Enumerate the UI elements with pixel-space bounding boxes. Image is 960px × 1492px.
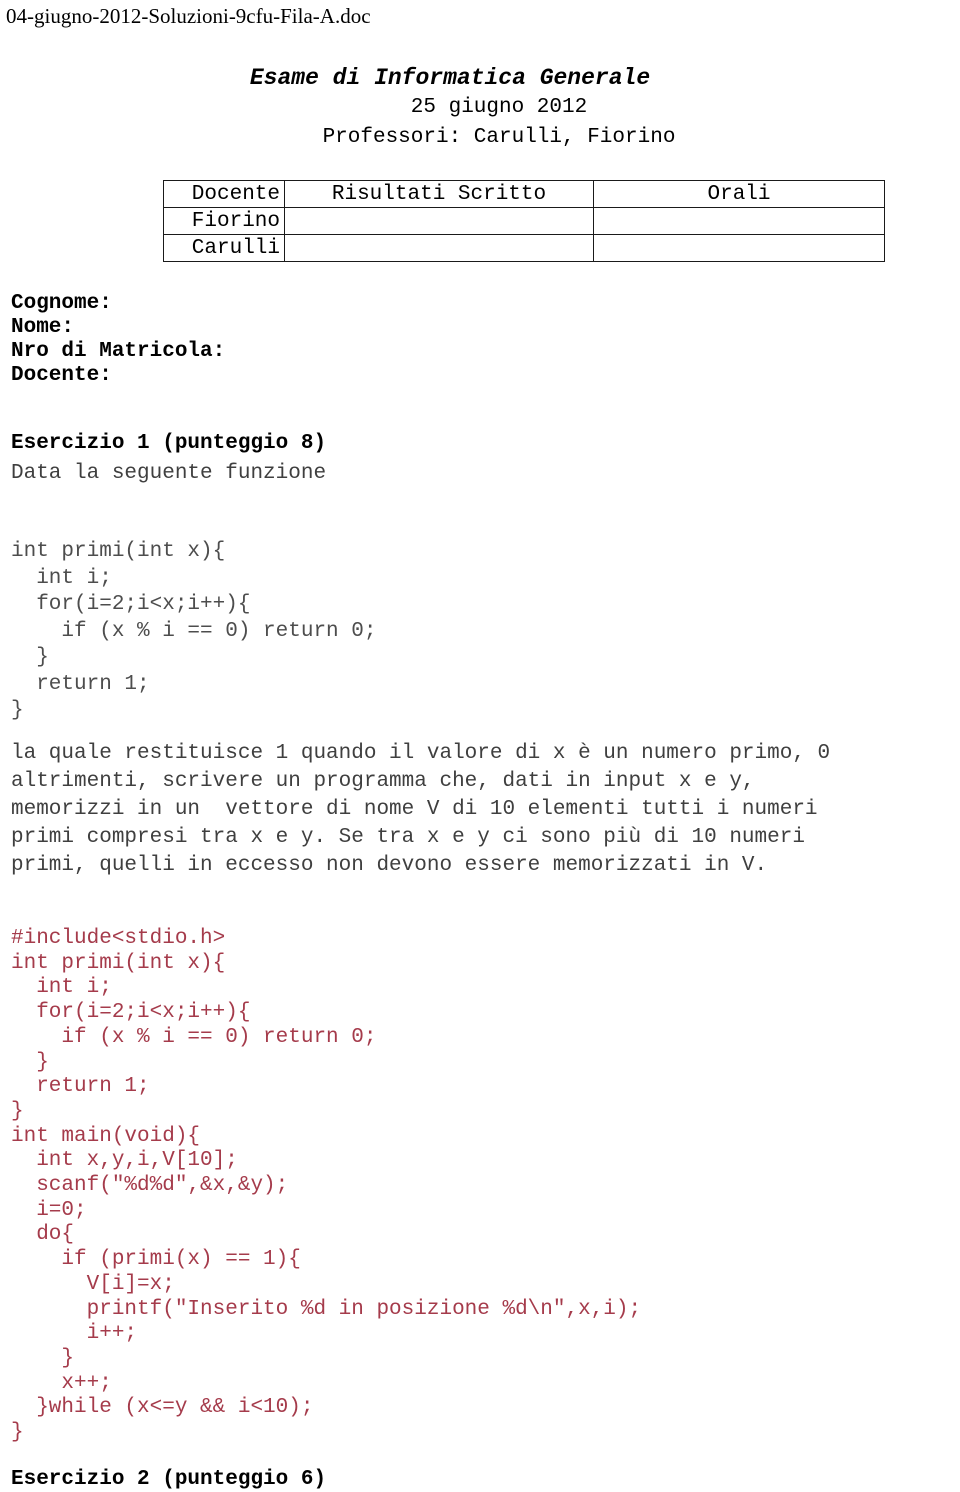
exercise-1-subheading: Data la seguente funzione (11, 462, 327, 485)
table-row: Carulli (163, 234, 885, 262)
exercise-1-heading: Esercizio 1 (punteggio 8) (11, 432, 327, 455)
table-row: Fiorino (163, 207, 885, 235)
exercise-1-solution-code: #include<stdio.h> int primi(int x){ int … (11, 927, 642, 1445)
cell-scritto-fiorino[interactable] (284, 207, 594, 235)
table-header-row: Docente Risultati Scritto Orali (163, 180, 885, 208)
cell-docente-carulli: Carulli (163, 234, 285, 262)
exam-title: Esame di Informatica Generale (249, 65, 651, 91)
field-label-docente: Docente: (11, 364, 112, 387)
cell-orali-carulli[interactable] (593, 234, 885, 262)
cell-docente-fiorino: Fiorino (163, 207, 285, 235)
column-header-orali: Orali (593, 180, 885, 208)
field-label-matricola: Nro di Matricola: (11, 340, 226, 363)
cell-orali-fiorino[interactable] (593, 207, 885, 235)
column-header-docente: Docente (163, 180, 285, 208)
exercise-2-heading: Esercizio 2 (punteggio 6) (11, 1468, 327, 1491)
exam-date: 25 giugno 2012 (410, 96, 588, 119)
field-label-nome: Nome: (11, 316, 75, 339)
cell-scritto-carulli[interactable] (284, 234, 594, 262)
column-header-risultati-scritto: Risultati Scritto (284, 180, 594, 208)
exercise-1-given-code: int primi(int x){ int i; for(i=2;i<x;i++… (11, 540, 377, 722)
exam-professors: Professori: Carulli, Fiorino (322, 126, 676, 149)
field-label-cognome: Cognome: (11, 292, 112, 315)
document-filename: 04-giugno-2012-Soluzioni-9cfu-Fila-A.doc (6, 4, 371, 28)
results-table: Docente Risultati Scritto Orali Fiorino … (163, 180, 885, 262)
exercise-1-description: la quale restituisce 1 quando il valore … (11, 742, 831, 877)
exam-header: Esame di Informatica Generale 25 giugno … (0, 64, 960, 153)
student-fields: Cognome: Nome: Nro di Matricola: Docente… (11, 292, 225, 388)
